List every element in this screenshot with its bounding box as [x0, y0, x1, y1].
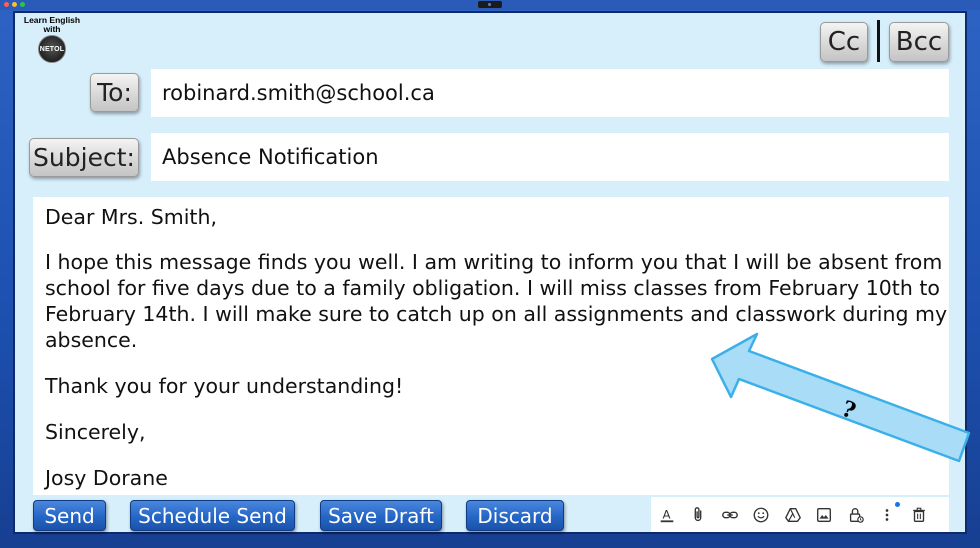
send-button[interactable]: Send	[33, 500, 106, 531]
emoji-icon[interactable]	[746, 500, 778, 530]
logo: Learn English with NETOL	[21, 16, 83, 63]
notification-dot	[895, 501, 900, 507]
to-button[interactable]: To:	[90, 73, 139, 112]
image-icon[interactable]	[809, 500, 841, 530]
format-toolbar: A	[651, 497, 949, 532]
svg-text:A: A	[662, 507, 670, 521]
close-dot-icon[interactable]	[4, 2, 9, 7]
schedule-send-button[interactable]: Schedule Send	[130, 500, 295, 531]
subject-field[interactable]: Absence Notification	[151, 133, 949, 181]
device-frame: Learn English with NETOL Cc Bcc To: robi…	[0, 0, 980, 548]
logo-badge-icon: NETOL	[38, 35, 66, 63]
to-field[interactable]: robinard.smith@school.ca	[151, 69, 949, 117]
discard-button[interactable]: Discard	[466, 500, 564, 531]
window-controls	[4, 2, 25, 7]
camera-icon	[478, 1, 502, 8]
logo-badge-text: NETOL	[39, 45, 65, 53]
compose-window: Learn English with NETOL Cc Bcc To: robi…	[13, 11, 971, 534]
subject-button[interactable]: Subject:	[29, 138, 139, 177]
more-options-icon[interactable]	[872, 500, 904, 530]
drive-icon[interactable]	[777, 500, 809, 530]
logo-line2: with	[43, 24, 61, 34]
attach-icon[interactable]	[683, 500, 715, 530]
cc-button[interactable]: Cc	[820, 22, 868, 62]
trash-icon[interactable]	[903, 500, 935, 530]
cc-bcc-divider	[877, 20, 880, 62]
message-greeting: Dear Mrs. Smith,	[45, 205, 217, 229]
bcc-button[interactable]: Bcc	[889, 22, 949, 62]
minimize-dot-icon[interactable]	[12, 2, 17, 7]
link-icon[interactable]	[714, 500, 746, 530]
maximize-dot-icon[interactable]	[20, 2, 25, 7]
format-text-icon[interactable]: A	[651, 500, 683, 530]
annotation-arrow: ?	[710, 332, 971, 463]
window-top-bar	[0, 0, 980, 10]
compose-actions-bar: Send Schedule Send Save Draft Discard A	[15, 497, 965, 532]
save-draft-button[interactable]: Save Draft	[320, 500, 442, 531]
arrow-shape	[710, 332, 971, 463]
confidential-lock-icon[interactable]	[840, 500, 872, 530]
